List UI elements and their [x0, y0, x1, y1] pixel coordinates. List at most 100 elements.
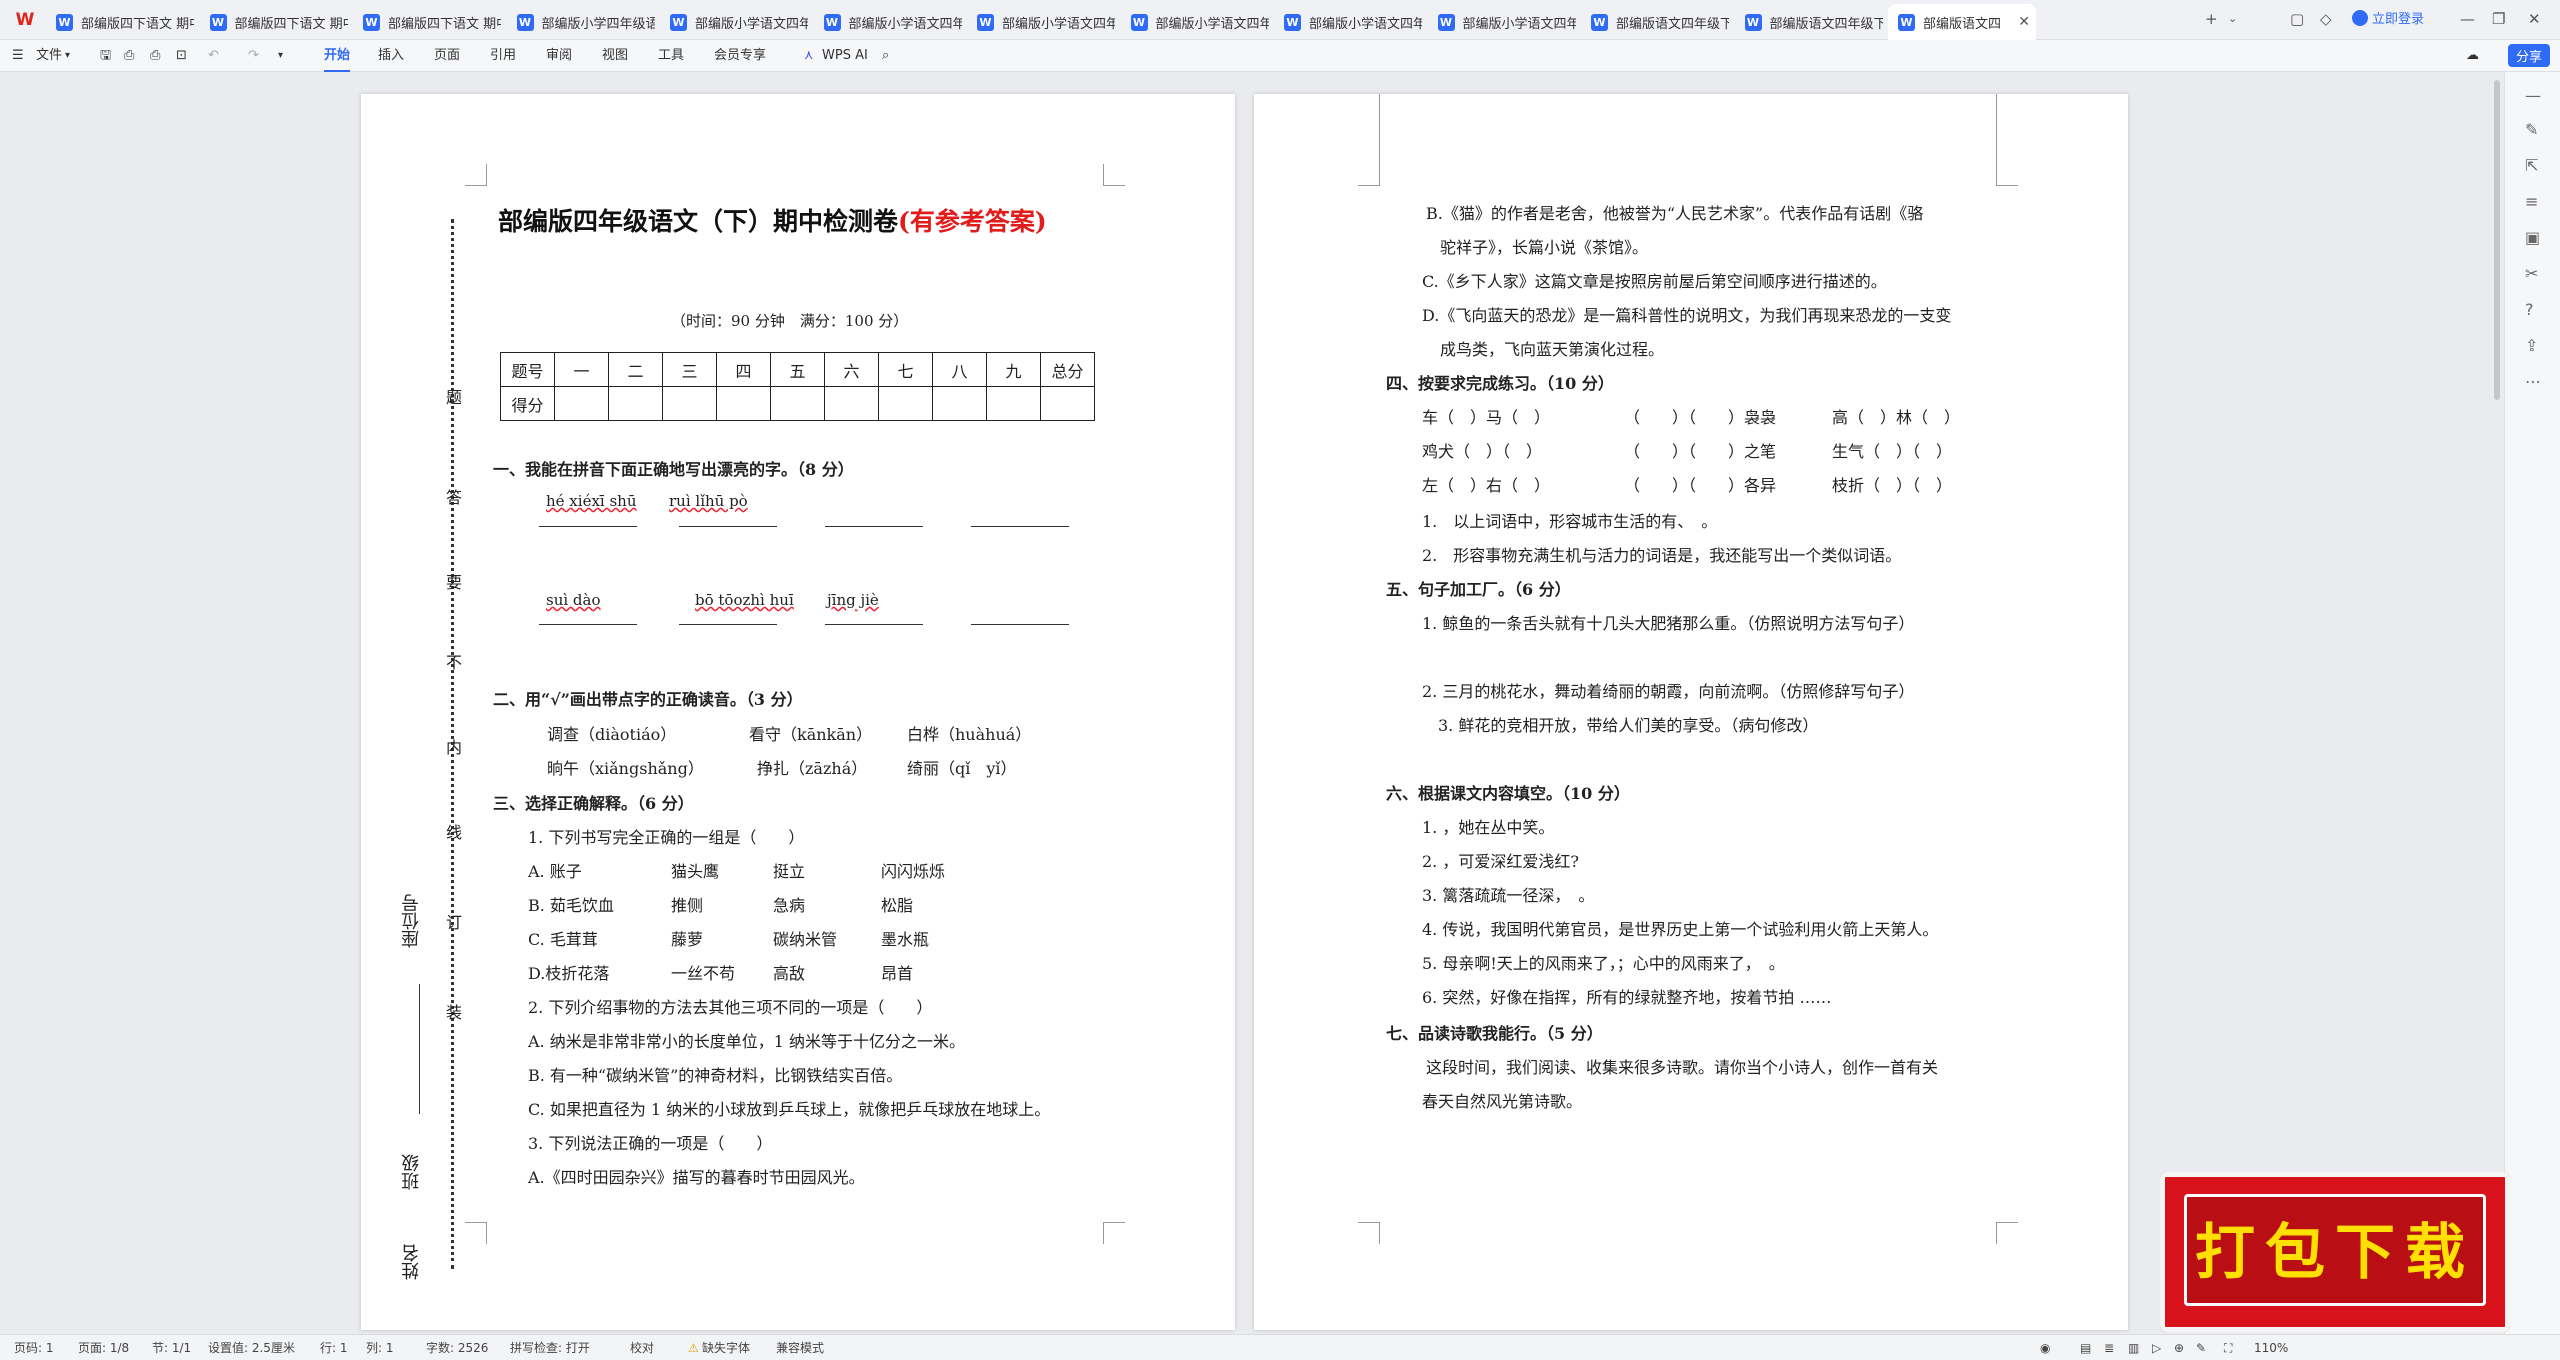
wps-logo-icon[interactable]: W — [14, 9, 36, 31]
score-cell[interactable] — [554, 386, 609, 421]
q4-item: （ ）（ ）各异 — [1624, 476, 1777, 495]
tab-12[interactable]: W 部编版语文四年级下 — [1735, 4, 1883, 40]
download-banner[interactable]: 打包下载 — [2160, 1172, 2510, 1332]
collapse-icon[interactable]: — — [2525, 86, 2541, 105]
help-icon[interactable]: ? — [2525, 300, 2534, 319]
score-cell[interactable] — [824, 386, 879, 421]
q2-heading: 二、用“√”画出带点字的正确读音。（3 分） — [493, 690, 803, 709]
file-chevron-icon[interactable]: ▾ — [65, 46, 70, 66]
answer-blank — [971, 624, 1069, 625]
chevron-down-icon[interactable]: ⌄ — [2228, 9, 2237, 29]
q3-1-option: 急病 — [773, 896, 806, 915]
cube-icon[interactable]: ◇ — [2320, 9, 2332, 29]
outline-icon[interactable]: ≣ — [2104, 1340, 2114, 1356]
score-cell[interactable] — [1040, 386, 1095, 421]
menu-member[interactable]: 会员专享 — [714, 46, 766, 66]
menu-icon[interactable]: ☰ — [12, 46, 24, 66]
tools-icon[interactable]: ✂ — [2525, 264, 2538, 283]
tab-8[interactable]: W 部编版小学语文四年 — [1121, 4, 1269, 40]
close-window-icon[interactable]: ✕ — [2528, 9, 2541, 29]
score-cell[interactable] — [770, 386, 825, 421]
doc-icon: W — [363, 13, 380, 31]
more-icon[interactable]: ⋯ — [2525, 372, 2541, 391]
status-spellcheck[interactable]: 拼写检查: 打开 — [510, 1340, 590, 1356]
undo-icon[interactable]: ↶ — [208, 46, 219, 66]
maximize-icon[interactable]: ❐ — [2492, 9, 2505, 29]
menu-review[interactable]: 审阅 — [546, 46, 572, 66]
tab-label: 部编版语文四年级下 — [1769, 16, 1883, 32]
web-view-icon[interactable]: ⊕ — [2174, 1340, 2184, 1356]
eye-icon[interactable]: ◉ — [2040, 1340, 2050, 1356]
menu-reference[interactable]: 引用 — [490, 46, 516, 66]
status-words[interactable]: 字数: 2526 — [426, 1340, 488, 1356]
save-icon[interactable]: 🖫 — [100, 46, 111, 66]
zoom-level[interactable]: 110% — [2254, 1340, 2288, 1356]
read-mode-icon[interactable]: ▥ — [2128, 1340, 2139, 1356]
tab-label: 部编版小学语文四年 — [1002, 16, 1115, 32]
score-cell[interactable] — [608, 386, 663, 421]
edit-icon[interactable]: ✎ — [2525, 120, 2538, 139]
play-icon[interactable]: ▷ — [2152, 1340, 2161, 1356]
print-icon[interactable]: ⎙ — [150, 46, 160, 66]
tab-13[interactable]: W 部编版语文四 ✕ — [1888, 4, 2036, 40]
score-header-cell: 七 — [878, 352, 933, 387]
pen-icon[interactable]: ✎ — [2196, 1340, 2206, 1356]
status-missing-font[interactable]: 缺失字体 — [702, 1340, 750, 1356]
window-icon[interactable]: ▢ — [2290, 9, 2304, 29]
cloud-icon[interactable]: ☁ — [2466, 46, 2479, 66]
menu-tools[interactable]: 工具 — [658, 46, 684, 66]
q2-item: 晌午（xiǎngshǎng） — [547, 759, 704, 778]
binding-char: 线 — [446, 823, 463, 842]
image-icon[interactable]: ▣ — [2525, 228, 2540, 247]
file-menu[interactable]: 文件 — [36, 46, 62, 66]
q5-2: 2. 三月的桃花水，舞动着绮丽的朝霞，向前流啊。（仿照修辞写句子） — [1422, 682, 1915, 701]
score-cell[interactable] — [986, 386, 1041, 421]
minimize-icon[interactable]: — — [2460, 9, 2475, 29]
tab-9[interactable]: W 部编版小学语文四年 — [1274, 4, 1422, 40]
tab-1[interactable]: W 部编版四下语文 期中 — [46, 4, 194, 40]
crop-mark — [1103, 1222, 1125, 1244]
vertical-scrollbar[interactable] — [2494, 80, 2500, 400]
wps-ai-button[interactable]: WPS AI — [822, 46, 868, 66]
menu-home[interactable]: 开始 — [324, 46, 351, 72]
score-cell[interactable] — [716, 386, 771, 421]
close-tab-icon[interactable]: ✕ — [2018, 14, 2030, 30]
seat-label: 座位号 — [401, 894, 422, 948]
score-table: 题号一二三四五六七八九总分 得分 — [500, 352, 1095, 421]
tab-5[interactable]: W 部编版小学语文四年 — [660, 4, 808, 40]
tab-bar: W W 部编版四下语文 期中 W 部编版四下语文 期中 W 部编版四下语文 期中 W 部编版小… — [0, 0, 2560, 40]
menu-view[interactable]: 视图 — [602, 46, 628, 66]
page-view-icon[interactable]: ▤ — [2080, 1340, 2091, 1356]
score-cell[interactable] — [662, 386, 717, 421]
select-icon[interactable]: ⇱ — [2525, 156, 2538, 175]
status-proof[interactable]: 校对 — [630, 1340, 654, 1356]
binding-char: 订 — [446, 913, 463, 932]
tab-label: 部编版四下语文 期中 — [388, 16, 501, 32]
tab-2[interactable]: W 部编版四下语文 期中 — [200, 4, 348, 40]
menu-page[interactable]: 页面 — [434, 46, 460, 66]
tab-11[interactable]: W 部编版语文四年级下 — [1581, 4, 1729, 40]
tab-6[interactable]: W 部编版小学语文四年 — [814, 4, 962, 40]
q5-1: 1. 鲸鱼的一条舌头就有十几头大肥猪那么重。（仿照说明方法写句子） — [1422, 614, 1915, 633]
q3-1-option: D.枝折花落 — [528, 964, 610, 983]
score-cell[interactable] — [932, 386, 987, 421]
pinyin: jīng jiè — [827, 591, 879, 609]
search-icon[interactable]: ⌕ — [882, 46, 889, 66]
q6-item: 2. ，可爱深红爱浅红? — [1422, 852, 1579, 871]
more-chevron-icon[interactable]: ▾ — [278, 46, 283, 66]
share-button[interactable]: 分享 — [2508, 44, 2551, 67]
fit-icon[interactable]: ⛶ — [2224, 1340, 2232, 1356]
share-icon[interactable]: ⇪ — [2525, 336, 2538, 355]
new-tab-icon[interactable]: + — [2205, 9, 2218, 29]
tab-7[interactable]: W 部编版小学语文四年 — [967, 4, 1115, 40]
score-cell[interactable] — [878, 386, 933, 421]
preview-icon[interactable]: ⊡ — [176, 46, 187, 66]
tab-3[interactable]: W 部编版四下语文 期中 — [353, 4, 501, 40]
login-button[interactable]: 立即登录 — [2352, 8, 2424, 27]
style-icon[interactable]: ≡ — [2525, 192, 2538, 211]
tab-4[interactable]: W 部编版小学四年级语 — [507, 4, 655, 40]
export-icon[interactable]: ⎙ — [124, 46, 134, 66]
menu-insert[interactable]: 插入 — [378, 46, 404, 66]
redo-icon[interactable]: ↷ — [248, 46, 259, 66]
tab-10[interactable]: W 部编版小学语文四年 — [1428, 4, 1576, 40]
